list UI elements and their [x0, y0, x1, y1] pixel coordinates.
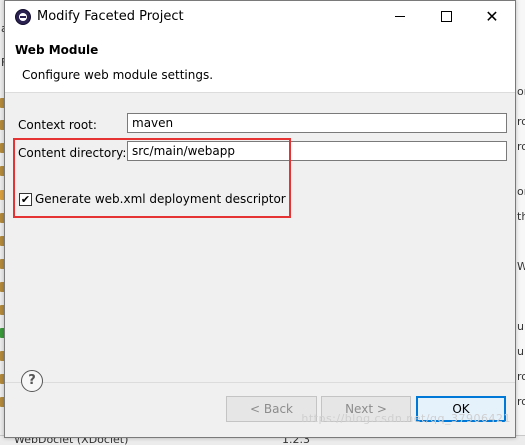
title-bar: Modify Faceted Project ✕: [5, 1, 515, 32]
context-root-input[interactable]: [127, 113, 507, 133]
eclipse-icon: [15, 9, 31, 25]
bg-text-fragment: or: [517, 185, 525, 198]
form-area: Context root: Content directory: ✔ Gener…: [5, 93, 515, 383]
red-highlight-box: [13, 138, 291, 218]
close-icon: ✕: [485, 6, 499, 26]
bg-text-fragment: W: [517, 260, 525, 273]
bg-text-fragment: th: [517, 210, 525, 223]
minimize-button[interactable]: [377, 1, 423, 32]
wizard-header: Web Module Configure web module settings…: [5, 32, 515, 93]
modify-faceted-project-dialog: Modify Faceted Project ✕ Web Module Conf…: [4, 0, 516, 438]
context-root-label: Context root:: [18, 118, 97, 132]
window-title: Modify Faceted Project: [37, 9, 184, 24]
help-button[interactable]: ?: [21, 370, 43, 392]
bg-text-fragment: ro: [517, 395, 525, 408]
bg-text-fragment: ul: [517, 320, 525, 333]
background-right-panel: or ro ro or th W ul ul ro ro: [515, 0, 525, 445]
close-button[interactable]: ✕: [469, 1, 515, 32]
maximize-button[interactable]: [423, 1, 469, 32]
bg-text-fragment: ul: [517, 345, 525, 358]
page-description: Configure web module settings.: [22, 68, 214, 82]
minimize-icon: [395, 16, 405, 17]
bg-text-fragment: ro: [517, 115, 525, 128]
bg-text-fragment: ro: [517, 140, 525, 153]
bg-text-fragment: or: [517, 85, 525, 98]
footer-separator: [5, 382, 515, 383]
bg-text-fragment: ro: [517, 370, 525, 383]
page-title: Web Module: [15, 43, 99, 57]
watermark: https://blog.csdn.net/qq_37906421: [301, 412, 511, 425]
maximize-icon: [440, 11, 452, 22]
